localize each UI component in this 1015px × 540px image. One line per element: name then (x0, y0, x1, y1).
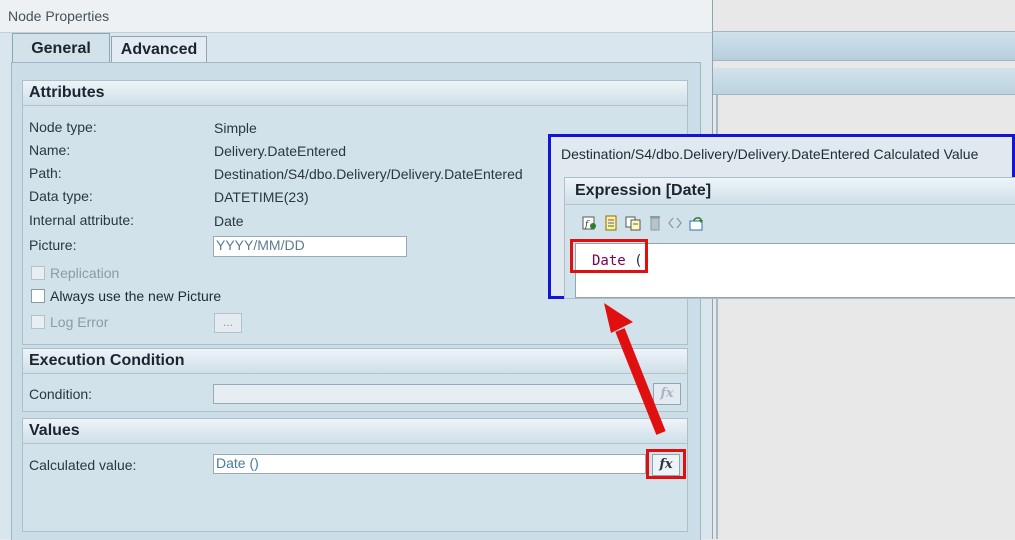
refresh-icon[interactable] (689, 215, 705, 231)
expression-highlight (570, 239, 648, 273)
expression-header: Expression [Date] (565, 178, 1015, 205)
copy-icon[interactable] (625, 215, 641, 231)
expression-group: Expression [Date] f Date () (564, 177, 1015, 299)
insert-function-icon[interactable]: f (581, 215, 597, 231)
popup-title: Destination/S4/dbo.Delivery/Delivery.Dat… (561, 146, 979, 162)
expression-title: Expression [Date] (575, 182, 712, 199)
brackets-icon[interactable] (667, 215, 683, 231)
notepad-icon[interactable] (603, 215, 619, 231)
delete-icon[interactable] (647, 215, 663, 231)
arrow-head (604, 303, 633, 333)
arrow-shaft (615, 328, 666, 435)
calculated-value-popup: Destination/S4/dbo.Delivery/Delivery.Dat… (548, 134, 1015, 299)
